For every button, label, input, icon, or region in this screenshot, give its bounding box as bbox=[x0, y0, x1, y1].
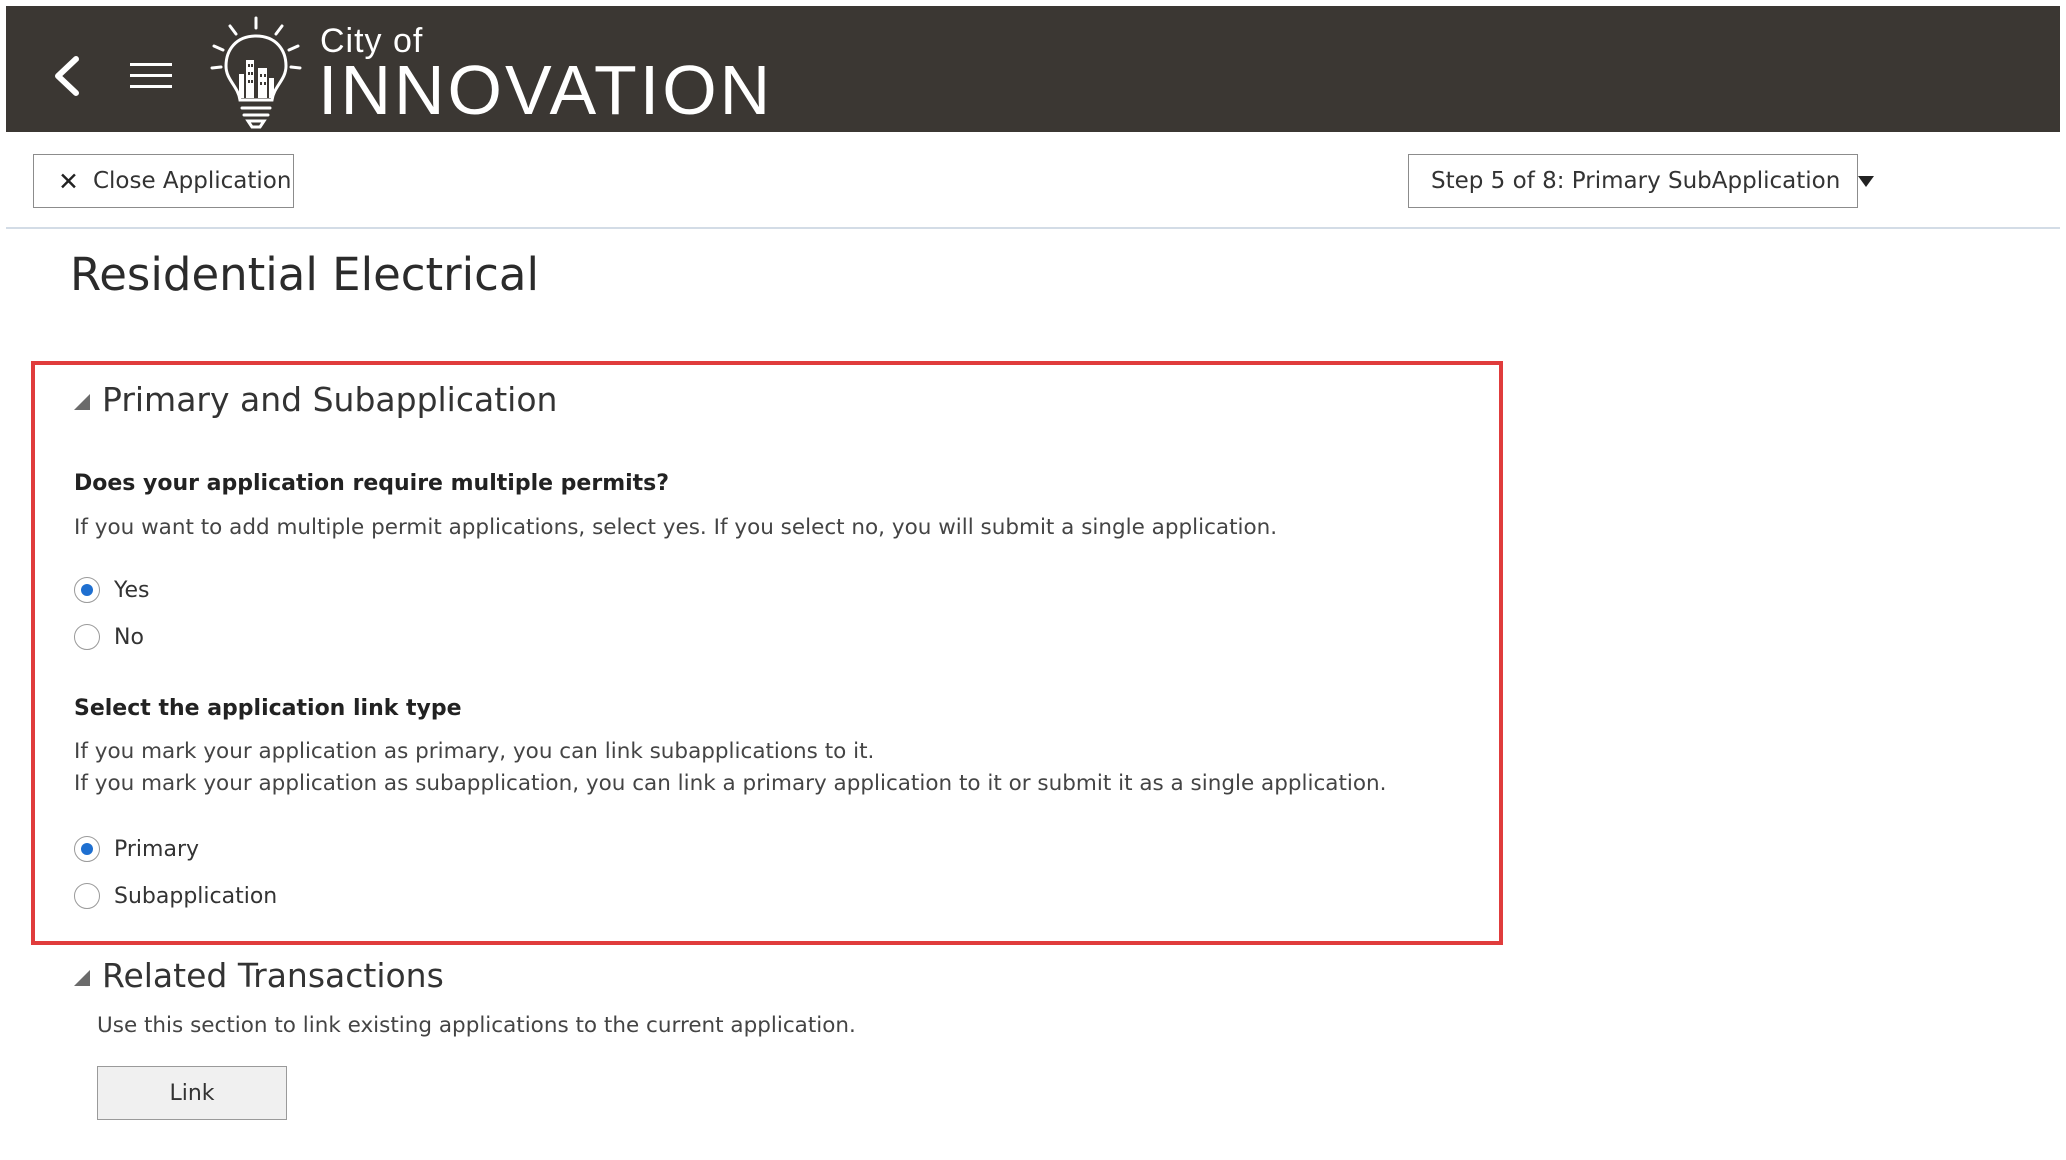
chevron-left-icon bbox=[55, 56, 79, 96]
section-toggle-related[interactable]: Related Transactions bbox=[74, 956, 444, 995]
highlight-frame bbox=[31, 361, 1503, 945]
logo-innovation: INNOVATION bbox=[318, 51, 774, 129]
radio-subapplication[interactable]: Subapplication bbox=[74, 883, 277, 909]
lightbulb-logo-icon bbox=[206, 14, 306, 130]
radio-button-unselected[interactable] bbox=[74, 624, 100, 650]
app-header: City of INNOVATION bbox=[6, 6, 2060, 132]
radio-primary[interactable]: Primary bbox=[74, 836, 199, 862]
step-dropdown[interactable]: Step 5 of 8: Primary SubApplication bbox=[1408, 154, 1875, 208]
question-multiple-permits: Does your application require multiple p… bbox=[74, 471, 670, 496]
help-related-transactions: Use this section to link existing applic… bbox=[97, 1013, 856, 1038]
section-title-related: Related Transactions bbox=[102, 956, 444, 995]
close-icon: ✕ bbox=[58, 166, 79, 196]
radio-subapplication-label: Subapplication bbox=[114, 883, 278, 909]
radio-yes-label: Yes bbox=[114, 577, 150, 603]
close-application-label: Close Application bbox=[92, 168, 292, 194]
radio-button-selected[interactable] bbox=[74, 577, 100, 603]
page-title: Residential Electrical bbox=[70, 248, 540, 301]
link-button[interactable]: Link bbox=[97, 1066, 287, 1120]
collapse-triangle-icon bbox=[74, 969, 90, 986]
question-link-type: Select the application link type bbox=[74, 696, 462, 721]
section-toggle-primary[interactable]: Primary and Subapplication bbox=[74, 380, 557, 419]
menu-button[interactable] bbox=[128, 61, 174, 91]
radio-no[interactable]: No bbox=[74, 624, 144, 650]
caret-down-icon bbox=[1858, 175, 1875, 187]
step-dropdown-label: Step 5 of 8: Primary SubApplication bbox=[1431, 168, 1841, 194]
radio-primary-label: Primary bbox=[114, 836, 200, 862]
toolbar: ✕ Close Application Step 5 of 8: Primary… bbox=[6, 132, 2060, 229]
radio-button-unselected[interactable] bbox=[74, 883, 100, 909]
radio-yes[interactable]: Yes bbox=[74, 577, 150, 603]
back-button[interactable] bbox=[48, 51, 88, 101]
radio-button-selected[interactable] bbox=[74, 836, 100, 862]
close-application-button[interactable]: ✕ Close Application bbox=[33, 154, 294, 208]
section-title-primary: Primary and Subapplication bbox=[102, 380, 558, 419]
help-link-type-line2: If you mark your application as subappli… bbox=[74, 771, 1387, 796]
help-multiple-permits: If you want to add multiple permit appli… bbox=[74, 515, 1278, 540]
hamburger-icon bbox=[130, 63, 172, 88]
help-link-type-line1: If you mark your application as primary,… bbox=[74, 739, 875, 764]
radio-no-label: No bbox=[114, 624, 144, 650]
collapse-triangle-icon bbox=[74, 393, 90, 410]
